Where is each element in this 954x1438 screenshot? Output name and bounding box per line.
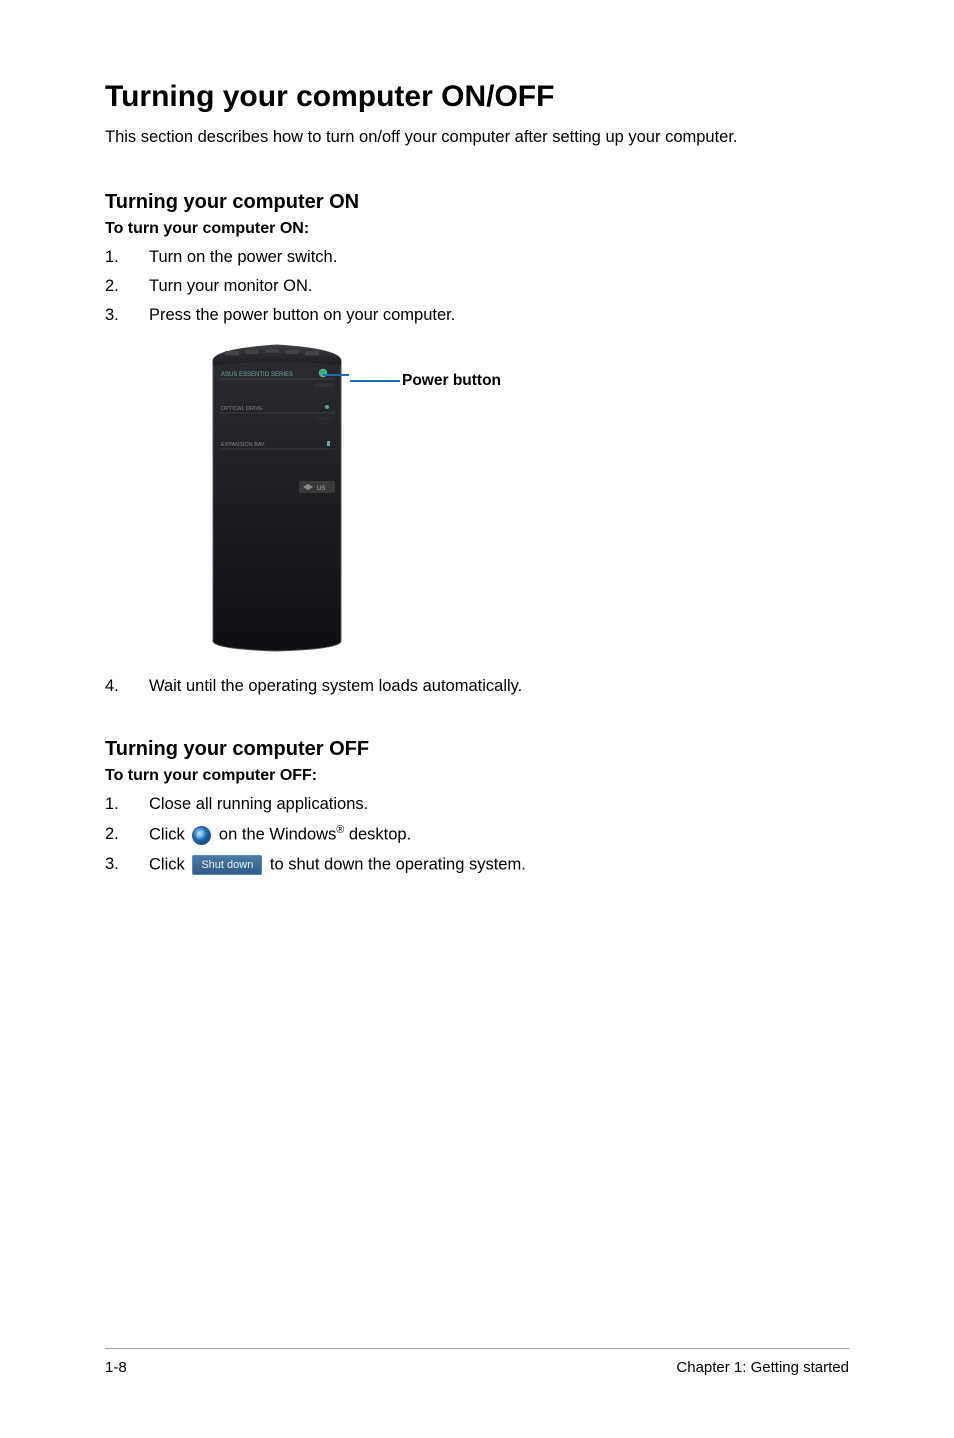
page-heading: Turning your computer ON/OFF <box>105 80 849 114</box>
page-number: 1-8 <box>105 1359 127 1376</box>
step-fragment: desktop. <box>344 826 411 844</box>
step-number: 2. <box>105 825 149 844</box>
svg-text:ASUS ESSENTIO SERIES: ASUS ESSENTIO SERIES <box>221 372 293 378</box>
step-text: Turn your monitor ON. <box>149 277 313 296</box>
step-fragment: Click <box>149 855 189 873</box>
svg-text:EXPANSION BAY: EXPANSION BAY <box>221 442 265 448</box>
windows-start-orb-icon <box>192 826 211 845</box>
intro-text: This section describes how to turn on/of… <box>105 128 849 147</box>
on-subheading: Turning your computer ON <box>105 191 849 214</box>
computer-tower-image: ASUS ESSENTIO SERIES OPTICAL DRIVE EXPAN… <box>205 343 350 653</box>
computer-figure: ASUS ESSENTIO SERIES OPTICAL DRIVE EXPAN… <box>205 343 849 653</box>
step-text: Click on the Windows® desktop. <box>149 824 411 845</box>
list-item: 2. Click on the Windows® desktop. <box>105 824 849 845</box>
callout-label: Power button <box>402 372 501 390</box>
list-item: 1. Close all running applications. <box>105 795 849 814</box>
step-number: 3. <box>105 855 149 874</box>
step-text: Close all running applications. <box>149 795 368 814</box>
svg-text:US: US <box>317 486 325 492</box>
power-button-callout: Power button <box>350 372 501 390</box>
step-text: Turn on the power switch. <box>149 248 337 267</box>
off-subheading: Turning your computer OFF <box>105 738 849 761</box>
on-bold-line: To turn your computer ON: <box>105 220 849 238</box>
step-text: Wait until the operating system loads au… <box>149 677 522 696</box>
step-number: 1. <box>105 795 149 814</box>
step-text: Press the power button on your computer. <box>149 306 455 325</box>
shut-down-button-graphic: Shut down <box>192 855 262 875</box>
callout-leader-line <box>350 380 400 382</box>
step-fragment: Click <box>149 826 189 844</box>
step-number: 1. <box>105 248 149 267</box>
step-text: Click Shut down to shut down the operati… <box>149 855 526 875</box>
list-item: 4. Wait until the operating system loads… <box>105 677 849 696</box>
page-footer: 1-8 Chapter 1: Getting started <box>105 1348 849 1376</box>
list-item: 3. Press the power button on your comput… <box>105 306 849 325</box>
svg-text:OPTICAL DRIVE: OPTICAL DRIVE <box>221 406 263 412</box>
chapter-label: Chapter 1: Getting started <box>676 1359 849 1376</box>
list-item: 2. Turn your monitor ON. <box>105 277 849 296</box>
step-number: 4. <box>105 677 149 696</box>
step-number: 3. <box>105 306 149 325</box>
step-number: 2. <box>105 277 149 296</box>
list-item: 3. Click Shut down to shut down the oper… <box>105 855 849 875</box>
list-item: 1. Turn on the power switch. <box>105 248 849 267</box>
off-bold-line: To turn your computer OFF: <box>105 767 849 785</box>
step-fragment: on the Windows <box>214 826 336 844</box>
step-fragment: to shut down the operating system. <box>265 855 525 873</box>
